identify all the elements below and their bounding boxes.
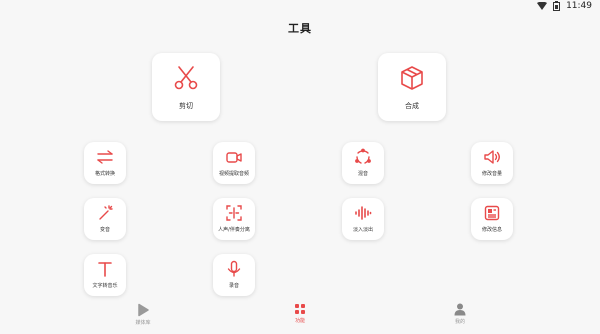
bottom-nav: 媒体库 功能 我的	[0, 303, 600, 334]
page-title: 工具	[288, 22, 312, 35]
text-t-icon	[98, 262, 112, 277]
tool-label: 混音	[357, 171, 368, 177]
video-camera-icon	[226, 152, 242, 163]
status-icons: 11:49	[537, 0, 592, 12]
microphone-icon	[227, 260, 241, 277]
tool-label: 修改音量	[481, 171, 502, 177]
volume-icon	[484, 150, 500, 164]
tool-text-to-music-button[interactable]: 文字转音乐	[84, 254, 126, 296]
battery-icon	[553, 1, 561, 11]
nav-item-media-library[interactable]: 媒体库	[113, 303, 173, 326]
nav-label: 我的	[454, 319, 465, 325]
status-time: 11:49	[566, 1, 592, 11]
nav-item-features[interactable]: 功能	[270, 303, 330, 324]
tool-label: 淡入淡出	[352, 227, 373, 233]
tool-label: 文字转音乐	[92, 283, 118, 289]
tool-label: 人声/伴奏分离	[218, 227, 250, 233]
magic-wand-icon	[99, 205, 113, 220]
tool-extract-audio-button[interactable]: 视频提取音频	[213, 142, 255, 184]
tool-voice-change-button[interactable]: 变音	[84, 198, 126, 240]
nav-label: 媒体库	[135, 320, 151, 326]
tool-edit-info-button[interactable]: 修改信息	[471, 198, 513, 240]
play-icon	[138, 303, 149, 317]
tool-label: 修改信息	[481, 227, 502, 233]
tool-fade-button[interactable]: 淡入淡出	[342, 198, 384, 240]
wifi-icon	[537, 2, 548, 10]
cube-icon	[401, 66, 423, 90]
tool-volume-button[interactable]: 修改音量	[471, 142, 513, 184]
tool-label: 合成	[405, 102, 419, 110]
tool-label: 变音	[99, 227, 110, 233]
tool-label: 剪切	[179, 102, 193, 110]
tool-format-convert-button[interactable]: 格式转换	[84, 142, 126, 184]
tool-cut-button[interactable]: 剪切	[152, 53, 220, 121]
tool-vocal-separation-button[interactable]: 人声/伴奏分离	[213, 198, 255, 240]
nav-item-profile[interactable]: 我的	[430, 303, 490, 325]
nav-label: 功能	[294, 318, 305, 324]
status-bar: 11:49	[0, 0, 600, 12]
waveform-icon	[355, 206, 372, 220]
tool-label: 视频提取音频	[218, 171, 249, 177]
scissors-icon	[174, 66, 198, 90]
mix-circle-icon	[355, 148, 371, 164]
tool-label: 格式转换	[94, 171, 115, 177]
user-icon	[454, 303, 466, 316]
tool-mix-button[interactable]: 混音	[342, 142, 384, 184]
tool-compose-button[interactable]: 合成	[378, 53, 446, 121]
grid-icon	[295, 304, 305, 314]
split-frame-icon	[226, 205, 242, 221]
swap-arrows-icon	[97, 150, 113, 164]
tool-label: 录音	[228, 283, 239, 289]
info-card-icon	[484, 205, 500, 221]
tool-record-button[interactable]: 录音	[213, 254, 255, 296]
